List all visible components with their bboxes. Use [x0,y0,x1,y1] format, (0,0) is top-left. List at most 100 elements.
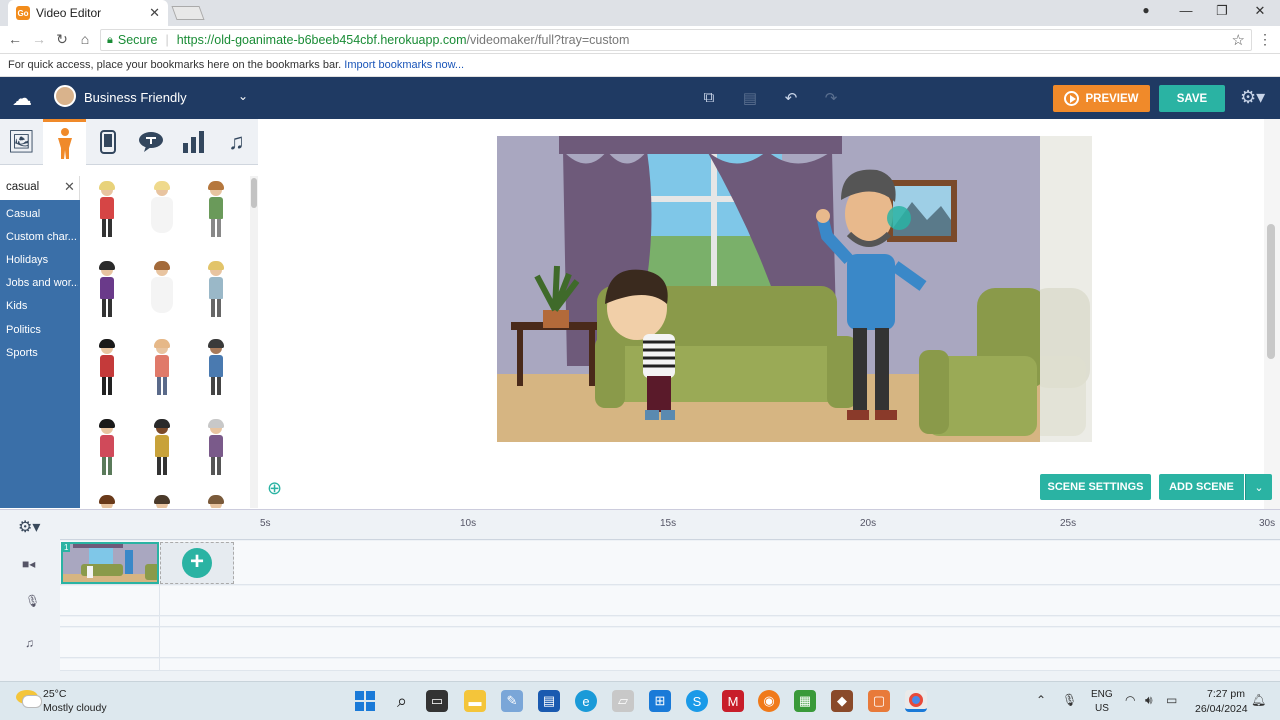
character-thumbnail[interactable] [96,419,118,475]
notification-bell-icon[interactable]: 🔔︎ [1251,693,1266,707]
import-bookmarks-link[interactable]: Import bookmarks now... [344,59,464,71]
app-icon[interactable]: ▱ [612,690,634,712]
chevron-down-icon: ⌄ [1254,481,1264,494]
close-tab-icon[interactable]: ✕ [149,5,160,21]
minimize-icon[interactable]: — [1176,3,1196,18]
character-thumbnail[interactable] [205,261,227,317]
category-politics[interactable]: Politics [6,324,78,336]
music-track-2 [60,659,1280,671]
home-icon[interactable]: ⌂ [76,31,94,47]
clock-date[interactable]: 26/04/2024 [1195,703,1248,715]
maximize-icon[interactable]: ❐ [1212,3,1232,19]
app-icon[interactable]: ✎ [501,690,523,712]
start-windows-icon[interactable] [354,690,376,712]
edge-icon[interactable]: e [575,690,597,712]
character-thumbnail[interactable] [151,181,173,233]
file-explorer-icon[interactable]: ▬ [464,690,486,712]
store-icon[interactable]: ▤ [538,690,560,712]
tab-backgrounds[interactable]: 🖼︎ [0,119,43,165]
game-icon[interactable]: ◆ [831,690,853,712]
back-icon[interactable]: ← [6,31,24,47]
close-window-icon[interactable]: ✕ [1250,3,1270,19]
add-scene-button[interactable]: ADD SCENE [1159,474,1244,500]
save-button[interactable]: SAVE [1159,85,1225,112]
paste-icon[interactable]: ▤ [740,89,760,107]
tab-sound[interactable]: ♫ [215,119,258,165]
settings-gear-icon[interactable]: ⚙▾ [1240,87,1265,108]
volume-icon[interactable]: 🔊︎ [1145,693,1153,708]
task-view-icon[interactable]: ▭ [426,690,448,712]
category-casual[interactable]: Casual [6,208,78,220]
search-icon[interactable]: ⌕ [391,690,413,712]
windows-app-icon[interactable]: ⊞ [649,690,671,712]
reload-icon[interactable]: ↻ [53,31,71,48]
character-thumbnail[interactable] [96,339,118,395]
mcafee-icon[interactable]: M [722,690,744,712]
clear-search-icon[interactable]: ✕ [64,179,75,195]
timeline-settings-gear-icon[interactable]: ⚙▾ [18,517,40,537]
weather-description[interactable]: Mostly cloudy [43,702,107,714]
tab-props[interactable] [86,119,129,165]
weather-temperature[interactable]: 25°C [43,688,66,700]
new-tab-button[interactable] [171,6,205,20]
category-kids[interactable]: Kids [6,300,78,312]
character-thumbnail[interactable] [96,181,118,237]
firefox-icon[interactable]: ◉ [758,690,780,712]
skype-icon[interactable]: S [686,690,708,712]
tab-charts[interactable] [172,119,215,165]
tab-characters[interactable] [43,119,86,165]
minecraft-icon[interactable]: ▦ [794,690,816,712]
category-custom-characters[interactable]: Custom char... [6,231,78,243]
forward-icon[interactable]: → [30,31,48,47]
url-field[interactable]: 🔒︎ Secure | https://old-goanimate-b6beeb… [100,29,1252,51]
clock-time[interactable]: 7:27 pm [1207,688,1245,700]
character-thumbnail[interactable] [96,495,118,508]
character-grid [80,176,250,508]
category-sports[interactable]: Sports [6,347,78,359]
character-thumbnail[interactable] [96,261,118,317]
zoom-in-icon[interactable]: ⊕ [267,478,287,498]
scene-thumbnail[interactable] [61,542,159,584]
battery-icon[interactable]: ▭ [1166,693,1177,707]
upload-cloud-icon[interactable]: ☁ [8,86,36,110]
browser-menu-icon[interactable]: ⋮ [1258,31,1272,48]
scene-settings-button[interactable]: SCENE SETTINGS [1040,474,1151,500]
theme-selector[interactable]: ☁ Business Friendly ⌄ [0,77,258,119]
add-scene-menu-button[interactable]: ⌄ [1245,474,1272,500]
undo-icon[interactable]: ↶ [781,89,801,107]
timeline-ruler[interactable]: 5s 10s 15s 20s 25s 30s [60,510,1280,540]
character-thumbnail[interactable] [151,339,173,395]
chrome-icon[interactable] [905,690,927,712]
weather-cloud-icon[interactable] [16,690,42,708]
scrollbar-thumb[interactable] [1267,224,1275,359]
microphone-icon[interactable]: 🎙︎ [1062,693,1077,707]
chevron-up-icon[interactable]: ⌃ [1036,693,1046,707]
scene-canvas[interactable] [497,136,1040,442]
library-search-input[interactable]: casual ✕ [0,176,80,200]
character-thumbnail[interactable] [205,419,227,475]
language-indicator[interactable]: ENG [1091,689,1113,700]
character-thumbnail[interactable] [151,261,173,313]
character-thumbnail[interactable] [151,495,173,508]
browser-tab[interactable]: Go Video Editor ✕ [8,0,168,26]
preview-button[interactable]: PREVIEW [1053,85,1150,112]
character-thumbnail[interactable] [205,339,227,395]
category-holidays[interactable]: Holidays [6,254,78,266]
add-scene-slot[interactable]: + [160,542,234,584]
profile-icon[interactable]: ● [1136,3,1156,17]
tab-text[interactable] [129,119,172,165]
keyboard-layout[interactable]: US [1095,703,1109,714]
app-icon[interactable]: ▢ [868,690,890,712]
bookmark-star-icon[interactable]: ☆ [1232,31,1245,49]
stage-scrollbar[interactable] [1264,119,1280,509]
scrollbar-thumb[interactable] [251,178,257,208]
copy-icon[interactable]: ⧉ [699,89,719,107]
character-thumbnail[interactable] [151,419,173,475]
chevron-down-icon[interactable]: ⌄ [238,89,248,103]
library-scrollbar[interactable] [250,176,258,508]
character-thumbnail[interactable] [205,495,227,508]
category-jobs-and-work[interactable]: Jobs and wor... [6,277,78,289]
wifi-icon[interactable]: ◠ [1125,693,1135,707]
redo-icon[interactable]: ↷ [821,89,841,107]
character-thumbnail[interactable] [205,181,227,237]
